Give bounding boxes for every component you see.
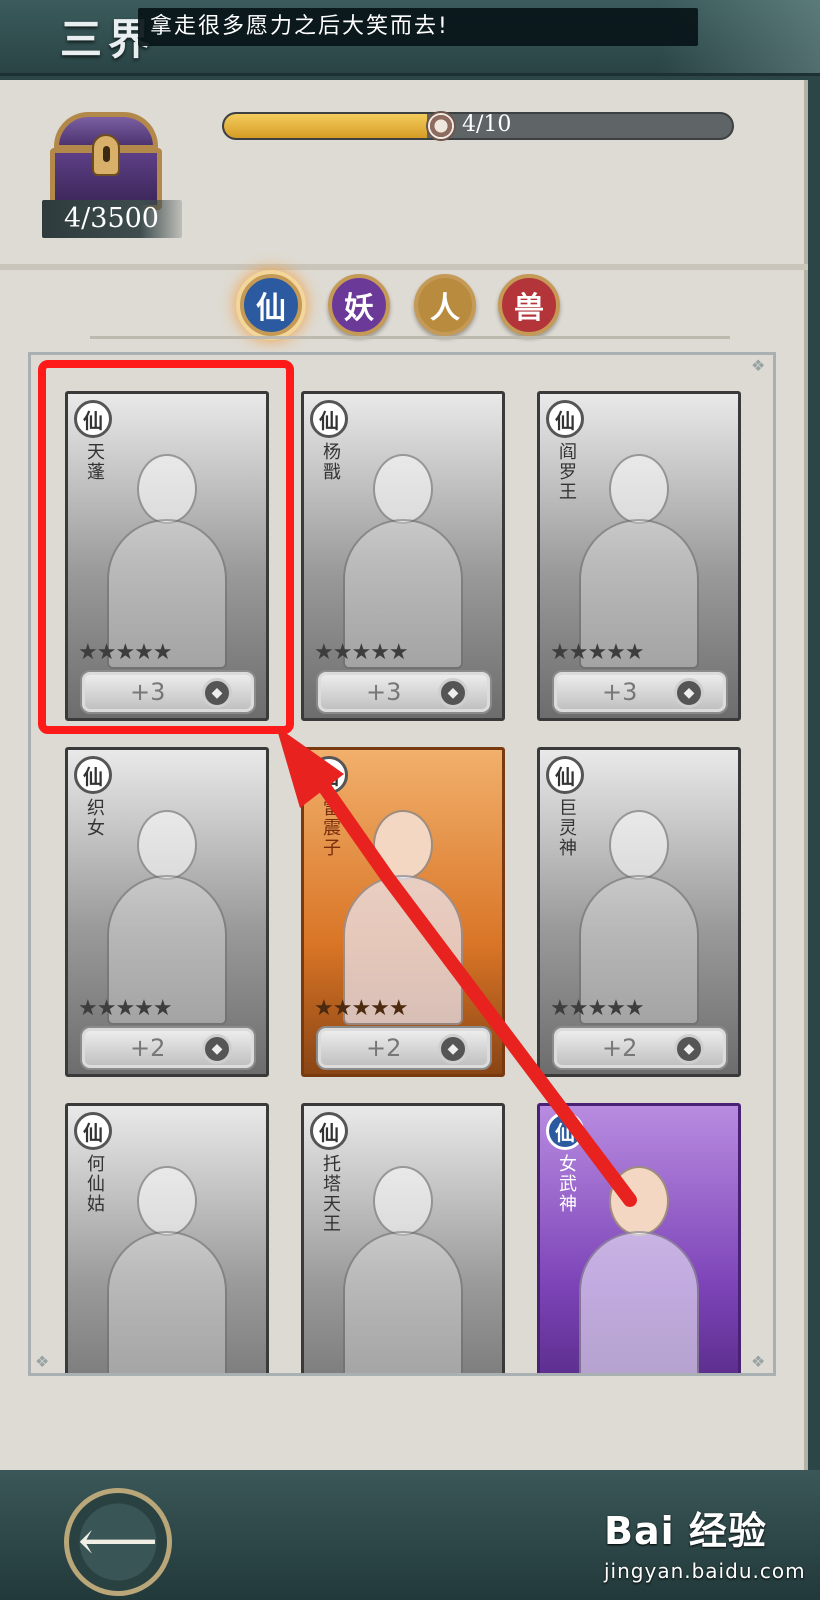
tab-yao[interactable]: 妖 (328, 274, 390, 336)
faction-badge: 仙 (310, 756, 348, 794)
bonus-pill[interactable]: +2 ◆ (552, 1026, 728, 1070)
back-button[interactable]: ⟵ (64, 1488, 172, 1596)
watermark: Bai 经验 jingyan.baidu.com (604, 1500, 806, 1583)
progress-text: 4/10 (462, 112, 512, 137)
hero-name: 女武神 (556, 1154, 577, 1214)
bonus-pill[interactable]: +2 ◆ (80, 1026, 256, 1070)
faction-badge: 仙 (546, 756, 584, 794)
bonus-pill[interactable]: +2 ◆ (316, 1026, 492, 1070)
hero-name: 杨戬 (320, 442, 341, 482)
corner-ornament-icon: ❖ (751, 1352, 766, 1371)
hero-portrait (564, 790, 714, 1025)
bonus-value: +3 (602, 678, 638, 706)
bonus-value: +2 (602, 1034, 638, 1062)
bonus-value: +3 (366, 678, 402, 706)
treasure-chest-icon[interactable] (48, 112, 164, 212)
gem-icon: ◆ (202, 1034, 232, 1064)
hero-portrait (92, 1146, 242, 1373)
tab-xian[interactable]: 仙 (240, 274, 302, 336)
hero-card-9[interactable]: 仙 女武神 (537, 1103, 741, 1373)
hero-name: 托塔天王 (320, 1154, 341, 1234)
hero-card-5[interactable]: 仙 雷震子 ★★★★★ +2 ◆ (301, 747, 505, 1077)
hero-portrait (328, 790, 478, 1025)
hero-card-4[interactable]: 仙 织女 ★★★★★ +2 ◆ (65, 747, 269, 1077)
star-rating: ★★★★★ (314, 996, 409, 1021)
star-rating: ★★★★★ (78, 996, 173, 1021)
faction-badge: 仙 (310, 1112, 348, 1150)
faction-badge: 仙 (310, 400, 348, 438)
bonus-pill[interactable]: +3 ◆ (552, 670, 728, 714)
bonus-value: +2 (130, 1034, 166, 1062)
hero-portrait (328, 434, 478, 669)
faction-badge: 仙 (74, 756, 112, 794)
hero-portrait (564, 434, 714, 669)
hero-name: 织女 (84, 798, 105, 838)
tab-underline (90, 336, 730, 339)
watermark-sub: jingyan.baidu.com (604, 1559, 806, 1583)
faction-badge: 仙 (74, 1112, 112, 1150)
chest-count: 4/3500 (42, 200, 182, 238)
progress-fill (224, 114, 428, 138)
hero-name: 巨灵神 (556, 798, 577, 858)
hero-portrait (564, 1146, 714, 1373)
tab-ren[interactable]: 人 (414, 274, 476, 336)
marquee-message: 拿走很多愿力之后大笑而去! (138, 8, 698, 46)
star-rating: ★★★★★ (314, 640, 409, 665)
bonus-value: +2 (366, 1034, 402, 1062)
gem-icon: ◆ (438, 1034, 468, 1064)
star-rating: ★★★★★ (550, 640, 645, 665)
faction-badge: 仙 (546, 1112, 584, 1150)
hero-portrait (328, 1146, 478, 1373)
corner-ornament-icon: ❖ (751, 356, 766, 375)
gem-icon: ◆ (674, 1034, 704, 1064)
hero-card-6[interactable]: 仙 巨灵神 ★★★★★ +2 ◆ (537, 747, 741, 1077)
hero-card-8[interactable]: 仙 托塔天王 (301, 1103, 505, 1373)
back-arrow-icon: ⟵ (77, 1509, 159, 1574)
bonus-pill[interactable]: +3 ◆ (316, 670, 492, 714)
hero-card-3[interactable]: 仙 阎罗王 ★★★★★ +3 ◆ (537, 391, 741, 721)
divider (0, 264, 808, 270)
faction-badge: 仙 (546, 400, 584, 438)
hero-name: 何仙姑 (84, 1154, 105, 1214)
hero-name: 阎罗王 (556, 442, 577, 502)
hero-name: 雷震子 (320, 798, 341, 858)
corner-ornament-icon: ❖ (35, 1352, 50, 1371)
gem-icon: ◆ (438, 678, 468, 708)
highlight-box (38, 360, 294, 734)
top-banner: 三界 拿走很多愿力之后大笑而去! (0, 0, 820, 76)
progress-gem-icon (426, 111, 456, 141)
hero-card-2[interactable]: 仙 杨戬 ★★★★★ +3 ◆ (301, 391, 505, 721)
hero-portrait (92, 790, 242, 1025)
keyhole-icon (92, 134, 120, 176)
star-rating: ★★★★★ (550, 996, 645, 1021)
hero-card-7[interactable]: 仙 何仙姑 (65, 1103, 269, 1373)
tab-shou[interactable]: 兽 (498, 274, 560, 336)
watermark-main: Bai 经验 (604, 1509, 767, 1553)
gem-icon: ◆ (674, 678, 704, 708)
